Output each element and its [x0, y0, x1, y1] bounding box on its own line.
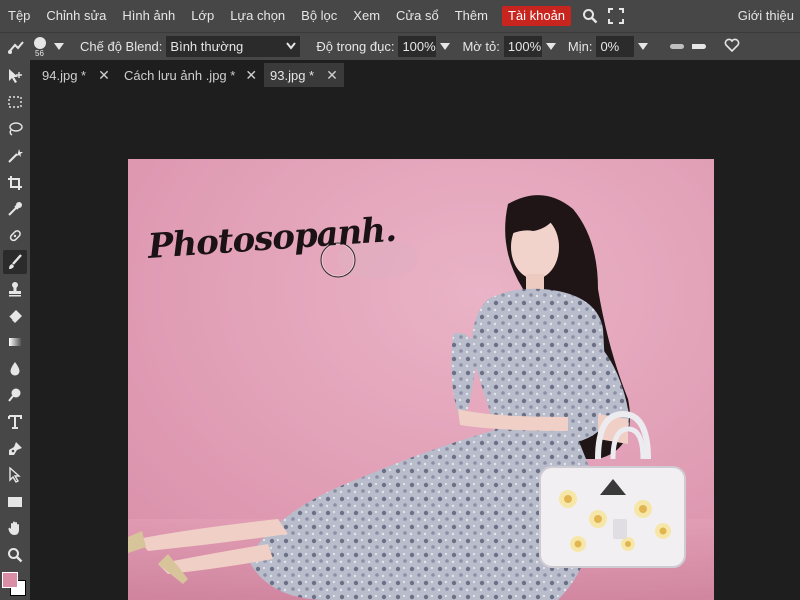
flow-label: Mờ tỏ: — [462, 39, 500, 54]
menu-layer[interactable]: Lớp — [183, 0, 222, 32]
brush-size-picker[interactable]: 56 — [32, 34, 48, 60]
opacity-dropdown-icon[interactable] — [440, 43, 451, 50]
tab-cach-luu-anh[interactable]: Cách lưu ảnh .jpg * ✕ — [118, 63, 258, 87]
healing-icon[interactable] — [3, 224, 27, 248]
hand-icon[interactable] — [3, 516, 27, 540]
brush-icon[interactable] — [3, 250, 27, 274]
tab-94jpg[interactable]: 94.jpg * ✕ — [36, 63, 116, 87]
blend-mode-label: Chế độ Blend: — [80, 39, 163, 54]
path-select-icon[interactable] — [3, 463, 27, 487]
smooth-field[interactable]: 0% — [596, 36, 635, 57]
brush-size-dropdown-icon[interactable] — [54, 43, 64, 50]
blend-mode-value: Bình thường — [170, 39, 244, 54]
opacity-label: Độ trong đục: — [316, 39, 395, 54]
close-icon[interactable]: ✕ — [98, 67, 110, 84]
document-tabs: 94.jpg * ✕ Cách lưu ảnh .jpg * ✕ 93.jpg … — [30, 60, 800, 88]
rectangle-icon[interactable] — [3, 490, 27, 514]
close-icon[interactable]: ✕ — [326, 67, 338, 84]
menu-image[interactable]: Hình ảnh — [114, 0, 183, 32]
crop-icon[interactable] — [3, 171, 27, 195]
zoom-icon[interactable] — [3, 543, 27, 567]
menu-bar: Tệp Chỉnh sửa Hình ảnh Lớp Lựa chọn Bộ l… — [0, 0, 800, 32]
chevron-down-icon — [286, 42, 297, 50]
smooth-label: Mịn: — [567, 39, 593, 54]
menu-view[interactable]: Xem — [345, 0, 388, 32]
smooth-dropdown-icon[interactable] — [638, 43, 649, 50]
stamp-icon[interactable] — [3, 277, 27, 301]
menu-edit[interactable]: Chỉnh sửa — [38, 0, 114, 32]
brush-dot-icon — [34, 36, 46, 49]
type-icon[interactable] — [3, 410, 27, 434]
account-button[interactable]: Tài khoản — [501, 6, 572, 26]
gradient-icon[interactable] — [3, 330, 27, 354]
menu-filter[interactable]: Bộ lọc — [293, 0, 345, 32]
opacity-field[interactable]: 100% — [398, 36, 437, 57]
blur-icon[interactable] — [3, 357, 27, 381]
flow-field[interactable]: 100% — [503, 36, 542, 57]
tab-label: 93.jpg * — [270, 67, 315, 83]
tool-panel — [0, 60, 30, 600]
tab-label: Cách lưu ảnh .jpg * — [124, 67, 236, 83]
marquee-icon[interactable] — [3, 90, 27, 114]
fullscreen-icon[interactable] — [605, 0, 627, 32]
flow-dropdown-icon[interactable] — [545, 43, 556, 50]
pressure-opacity-icon[interactable] — [692, 44, 707, 49]
brush-size-value: 56 — [35, 48, 44, 58]
menu-more[interactable]: Thêm — [447, 0, 496, 32]
tab-label: 94.jpg * — [42, 67, 87, 83]
menu-file[interactable]: Tệp — [0, 0, 38, 32]
close-icon[interactable]: ✕ — [245, 67, 257, 84]
blend-mode-select[interactable]: Bình thường — [166, 36, 301, 57]
tab-93jpg[interactable]: 93.jpg * ✕ — [264, 63, 344, 87]
options-bar: 56 Chế độ Blend: Bình thường Độ trong đụ… — [0, 32, 800, 60]
pressure-size-icon[interactable] — [670, 44, 685, 49]
menu-select[interactable]: Lựa chọn — [222, 0, 293, 32]
pen-icon[interactable] — [3, 437, 27, 461]
lasso-icon[interactable] — [3, 117, 27, 141]
heart-icon[interactable] — [724, 38, 740, 55]
move-icon[interactable] — [3, 64, 27, 88]
eyedropper-icon[interactable] — [3, 197, 27, 221]
menu-about[interactable]: Giới thiệu — [730, 0, 800, 32]
foreground-color-swatch[interactable] — [2, 572, 18, 588]
eraser-icon[interactable] — [3, 304, 27, 328]
search-icon[interactable] — [579, 0, 601, 32]
magic-wand-icon[interactable] — [3, 144, 27, 168]
dodge-icon[interactable] — [3, 383, 27, 407]
document-canvas[interactable]: Photosopanh. — [128, 159, 714, 600]
menu-window[interactable]: Cửa sổ — [388, 0, 447, 32]
brush-tool-preset-icon[interactable] — [0, 39, 32, 55]
